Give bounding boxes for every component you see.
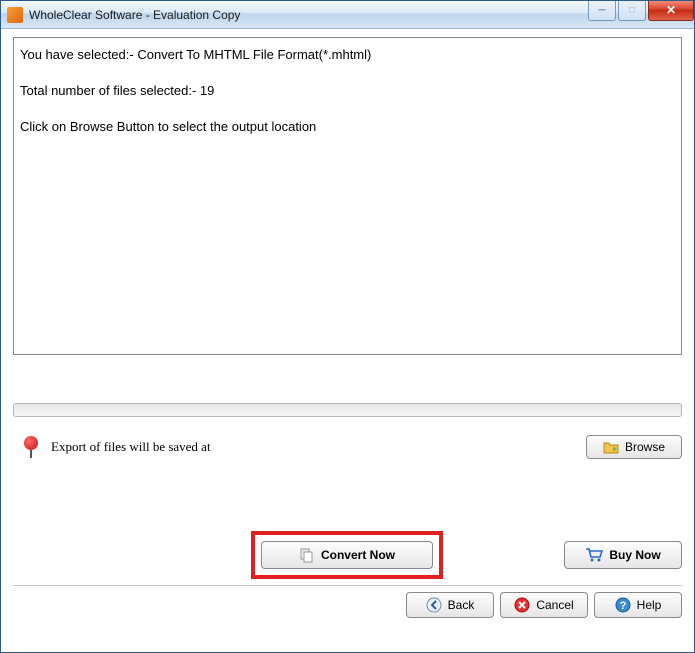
app-icon [7, 7, 23, 23]
cancel-label: Cancel [536, 598, 573, 612]
info-line-count: Total number of files selected:- 19 [20, 82, 675, 100]
back-button[interactable]: Back [406, 592, 494, 618]
info-line-instruction: Click on Browse Button to select the out… [20, 118, 675, 136]
export-label: Export of files will be saved at [51, 439, 586, 455]
progress-bar [13, 403, 682, 417]
export-row: Export of files will be saved at Browse [13, 435, 682, 459]
titlebar: WholeClear Software - Evaluation Copy ─ … [1, 1, 694, 29]
window-title: WholeClear Software - Evaluation Copy [29, 8, 586, 22]
convert-highlight: Convert Now [251, 531, 443, 579]
help-icon: ? [615, 597, 631, 613]
close-button[interactable]: ✕ [648, 1, 694, 21]
cart-icon [585, 547, 603, 563]
cancel-button[interactable]: Cancel [500, 592, 588, 618]
maximize-button[interactable]: □ [618, 1, 646, 21]
minimize-button[interactable]: ─ [588, 1, 616, 21]
cancel-icon [514, 597, 530, 613]
action-row: Convert Now Buy Now [13, 531, 682, 579]
help-label: Help [637, 598, 662, 612]
convert-now-button[interactable]: Convert Now [261, 541, 433, 569]
browse-button[interactable]: Browse [586, 435, 682, 459]
buy-label: Buy Now [609, 548, 660, 562]
browse-label: Browse [625, 440, 665, 454]
back-label: Back [448, 598, 475, 612]
folder-icon [603, 440, 619, 454]
convert-label: Convert Now [321, 548, 395, 562]
info-panel: You have selected:- Convert To MHTML Fil… [13, 37, 682, 355]
window-controls: ─ □ ✕ [586, 1, 694, 21]
info-line-format: You have selected:- Convert To MHTML Fil… [20, 46, 675, 64]
svg-text:?: ? [619, 600, 626, 612]
location-pin-icon [21, 436, 41, 458]
content-area: You have selected:- Convert To MHTML Fil… [1, 29, 694, 626]
footer-bar: Back Cancel ? Help [13, 585, 682, 618]
buy-now-button[interactable]: Buy Now [564, 541, 682, 569]
copy-icon [299, 547, 315, 563]
back-arrow-icon [426, 597, 442, 613]
help-button[interactable]: ? Help [594, 592, 682, 618]
app-window: WholeClear Software - Evaluation Copy ─ … [0, 0, 695, 653]
